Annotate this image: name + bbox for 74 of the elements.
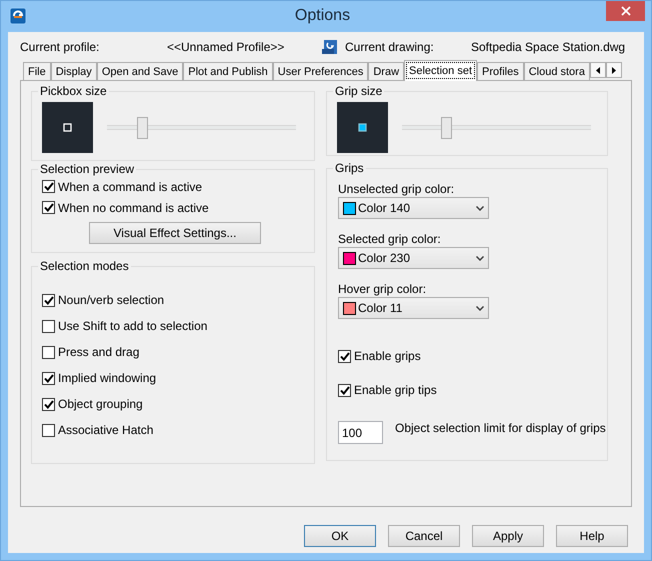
field-label: Selected grip color: [338,231,442,247]
checkbox-label: Object grouping [58,397,143,411]
drawing-label: Current drawing: [345,40,435,54]
drawing-name: Softpedia Space Station.dwg [471,40,626,54]
checkmark-icon [44,203,54,212]
checkbox-label: Noun/verb selection [58,293,164,307]
checkbox[interactable] [338,384,351,396]
scroll-left-button[interactable] [590,62,606,78]
tab[interactable]: Plot and Publish [183,62,273,80]
checkbox-label: Enable grip tips [354,383,437,397]
checkbox[interactable] [42,372,55,384]
right-triangle-icon [612,66,616,74]
pickbox-square-icon [63,123,72,132]
window-title: Options [294,6,352,25]
checkbox[interactable] [42,180,55,193]
tab[interactable]: File [23,62,51,80]
checkbox-label: When a command is active [58,180,202,194]
checkbox-label: Implied windowing [58,371,156,385]
checkbox-label: When no command is active [58,200,209,214]
checkmark-icon [44,182,54,191]
chevron-down-icon [476,206,484,210]
checkbox-label: Use Shift to add to selection [58,319,208,333]
checkbox[interactable] [42,320,55,332]
tab[interactable]: User Preferences [272,62,368,80]
drawing-file-icon [322,39,338,55]
group-title: Grips [333,161,366,175]
checkbox[interactable] [338,350,351,362]
tab[interactable]: Draw [368,62,404,80]
slider-thumb[interactable] [441,116,452,138]
dialog-button[interactable]: Cancel [388,525,460,547]
tab[interactable]: Cloud stora [524,62,590,80]
checkbox[interactable] [42,346,55,358]
field-label: Hover grip color: [338,281,428,297]
scroll-right-button[interactable] [606,62,622,78]
tab[interactable]: Open and Save [96,62,184,80]
tab[interactable]: Selection set [404,60,478,81]
checkbox[interactable] [42,201,55,214]
profile-name: <<Unnamed Profile>> [167,40,286,54]
checkbox[interactable] [42,424,55,436]
color-dropdown[interactable]: Color 230 [338,247,489,269]
checkmark-icon [44,296,54,304]
dialog-button[interactable]: Apply [472,525,544,547]
checkmark-icon [44,400,54,408]
color-dropdown[interactable]: Color 11 [338,297,489,319]
slider-thumb[interactable] [137,116,148,138]
limit-input-field[interactable]: 100 [338,421,383,444]
grip-square-icon [358,123,367,132]
color-dropdown[interactable]: Color 140 [338,197,489,219]
group-title: Selection preview [38,162,136,176]
left-triangle-icon [596,66,600,74]
checkmark-icon [340,386,350,394]
profile-label: Current profile: [20,40,100,54]
chevron-down-icon [476,306,484,310]
group-title: Pickbox size [38,84,109,98]
tab[interactable]: Profiles [477,62,524,80]
visual-effect-settings-button[interactable]: Visual Effect Settings... [89,222,261,244]
dialog-button[interactable]: OK [304,525,376,547]
limit-label: Object selection limit for display of grips [395,421,606,435]
dialog-button[interactable]: Help [556,525,628,547]
checkbox[interactable] [42,294,55,306]
group-title: Selection modes [38,259,131,273]
checkmark-icon [44,374,54,382]
checkbox-label: Press and drag [58,345,140,359]
chevron-down-icon [476,256,484,260]
checkmark-icon [340,352,350,360]
group-title: Grip size [333,84,384,98]
tab[interactable]: Display [50,62,97,80]
app-icon [10,8,26,24]
close-button[interactable] [606,1,645,21]
field-label: Unselected grip color: [338,181,456,197]
checkbox[interactable] [42,398,55,410]
checkbox-label: Enable grips [354,349,421,363]
checkbox-label: Associative Hatch [58,423,154,437]
close-icon [620,6,630,16]
